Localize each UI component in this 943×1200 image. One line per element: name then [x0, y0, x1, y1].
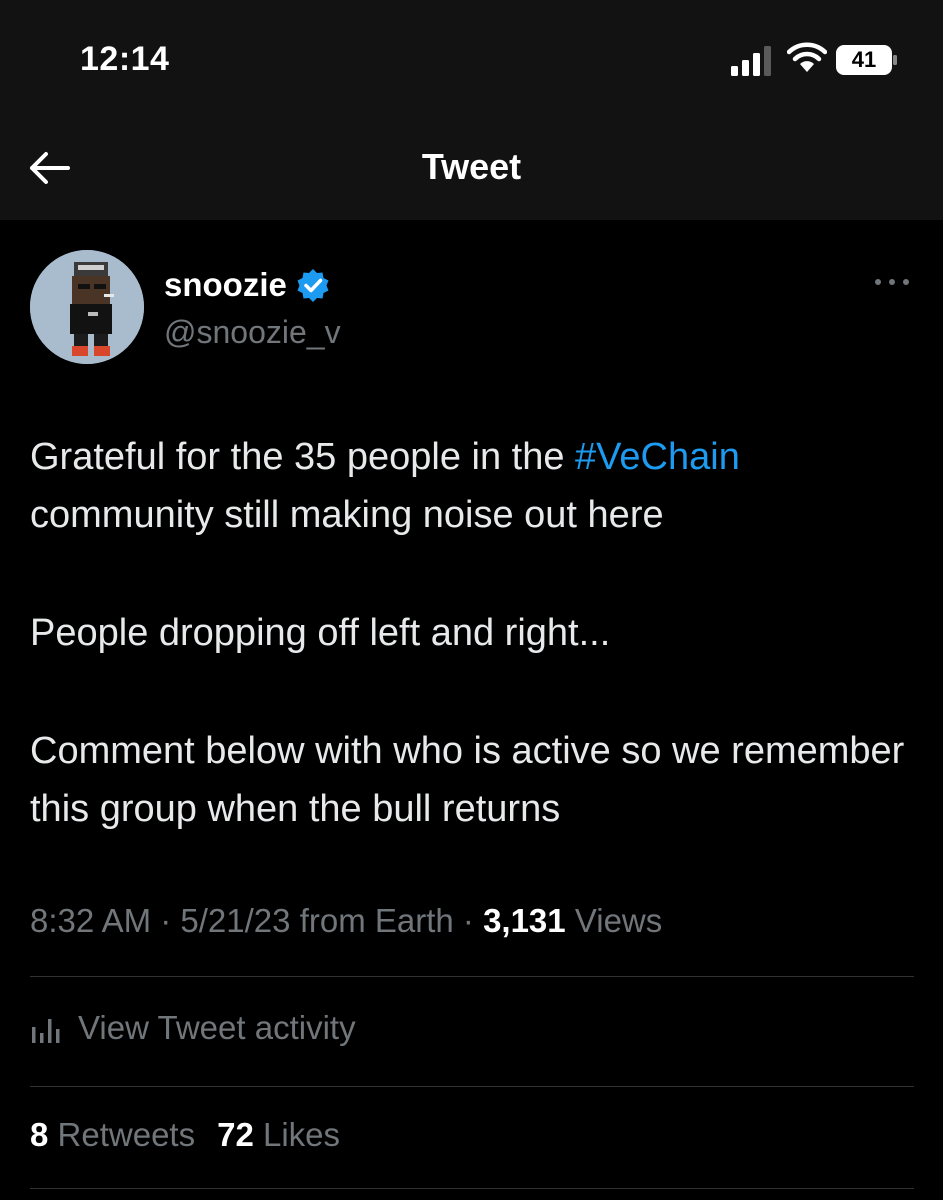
verified-badge-icon — [297, 269, 329, 302]
tweet-date[interactable]: 5/21/23 — [180, 902, 290, 939]
likes-count: 72 — [217, 1116, 254, 1153]
cellular-signal-icon — [731, 46, 771, 76]
tweet-source: from Earth — [299, 902, 454, 939]
divider — [30, 1188, 914, 1189]
tweet-text: Grateful for the 35 people in the #VeCha… — [30, 428, 910, 898]
retweets-stat[interactable]: 8 Retweets — [30, 1116, 195, 1154]
activity-label: View Tweet activity — [78, 1009, 356, 1046]
divider — [30, 1086, 914, 1087]
tweet-paragraph-2: People dropping off left and right... — [30, 612, 611, 654]
more-options-icon[interactable] — [872, 272, 912, 292]
retweets-label: Retweets — [57, 1116, 196, 1153]
status-bar: 12:14 41 — [0, 0, 943, 120]
battery-level: 41 — [851, 47, 877, 72]
status-time: 12:14 — [80, 40, 170, 78]
likes-stat[interactable]: 72 Likes — [217, 1116, 340, 1154]
views-label: Views — [574, 902, 663, 939]
avatar-image — [30, 250, 144, 364]
tweet-meta: 8:32 AM · 5/21/23 from Earth · 3,131 Vie… — [30, 902, 662, 940]
tweet-time[interactable]: 8:32 AM — [30, 902, 151, 939]
views-count: 3,131 — [483, 902, 566, 939]
page-title: Tweet — [421, 146, 522, 187]
tweet-text-segment: community still making noise out here — [30, 494, 664, 536]
meta-separator: · — [453, 902, 484, 939]
divider — [30, 976, 914, 977]
retweets-count: 8 — [30, 1116, 49, 1153]
engagement-stats: 8 Retweets 72 Likes — [30, 1116, 340, 1154]
tweet-paragraph-1: Grateful for the 35 people in the #VeCha… — [30, 428, 910, 544]
likes-label: Likes — [262, 1116, 341, 1153]
hashtag-link[interactable]: #VeChain — [575, 436, 740, 478]
author-handle[interactable]: @snoozie_v — [164, 314, 341, 351]
avatar[interactable] — [30, 250, 144, 364]
meta-separator: · — [151, 902, 181, 939]
author-name-row[interactable]: snoozie — [164, 263, 330, 307]
nav-header: Tweet — [0, 120, 943, 220]
tweet-text-segment: Grateful for the 35 people in the — [30, 436, 576, 478]
wifi-icon — [787, 42, 827, 72]
display-name[interactable]: snoozie — [164, 266, 287, 304]
view-tweet-activity-button[interactable]: View Tweet activity — [30, 1005, 356, 1051]
analytics-icon — [32, 1019, 60, 1043]
tweet-paragraph-3: Comment below with who is active so we r… — [30, 730, 905, 830]
